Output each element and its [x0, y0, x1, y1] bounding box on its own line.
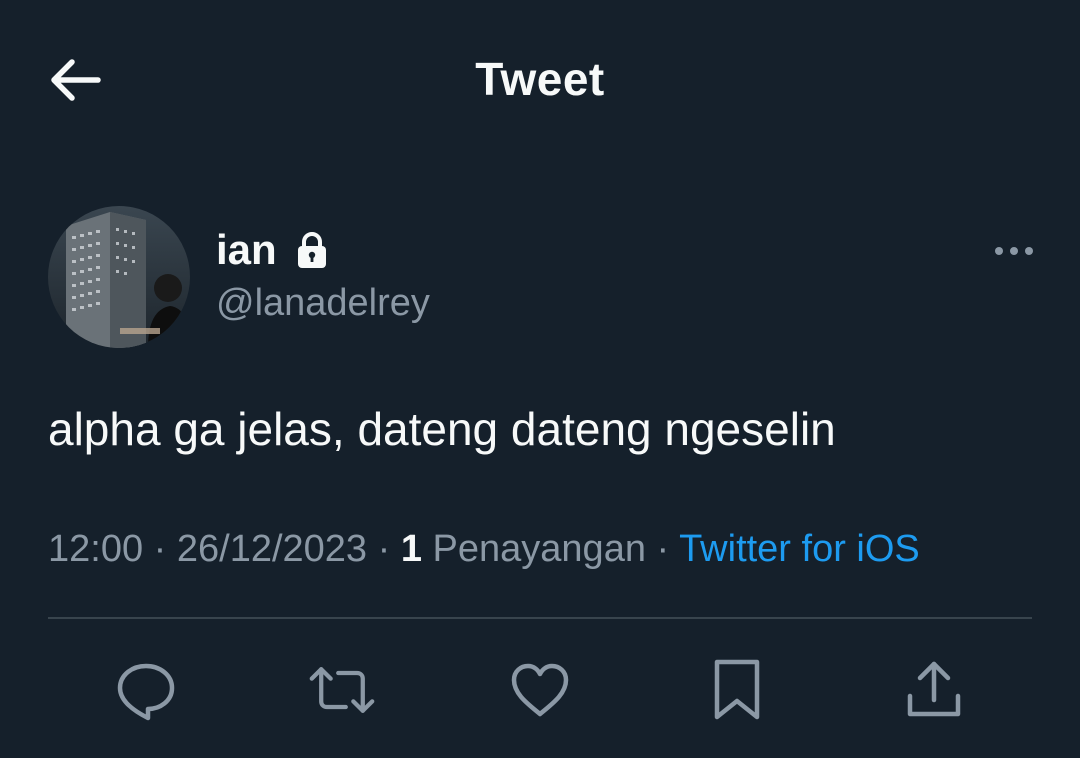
heart-icon	[511, 663, 569, 717]
avatar-image	[48, 206, 190, 348]
author-handle[interactable]: @lanadelrey	[216, 282, 430, 325]
tweet-meta: 12:00 · 26/12/2023 · 1 Penayangan · Twit…	[48, 528, 920, 571]
tweet-detail-screen: Tweet ian @lanadelrey alpha ga jelas, da…	[0, 0, 1080, 758]
share-button[interactable]	[900, 656, 968, 724]
reply-icon	[117, 663, 175, 721]
page-title: Tweet	[475, 53, 605, 105]
views-count[interactable]: 1	[401, 528, 422, 570]
views-label[interactable]: Penayangan	[433, 528, 646, 570]
retweet-icon	[309, 667, 375, 713]
bookmark-button[interactable]	[703, 656, 771, 724]
lock-icon	[297, 232, 326, 268]
reply-button[interactable]	[112, 656, 180, 724]
avatar[interactable]	[48, 206, 190, 348]
tweet-date: 26/12/2023	[176, 528, 368, 570]
more-dots-icon	[995, 247, 1033, 255]
divider	[48, 617, 1032, 619]
more-options-button[interactable]	[990, 236, 1038, 266]
like-button[interactable]	[506, 656, 574, 724]
tweet-text: alpha ga jelas, dateng dateng ngeselin	[48, 403, 836, 455]
tweet-time: 12:00	[48, 528, 144, 570]
author-name-row[interactable]: ian	[216, 226, 329, 274]
share-icon	[907, 661, 961, 717]
display-name: ian	[216, 226, 277, 273]
meta-separator: ·	[377, 528, 391, 570]
meta-separator: ·	[656, 528, 670, 570]
bookmark-icon	[714, 659, 760, 720]
retweet-button[interactable]	[308, 656, 376, 724]
meta-separator: ·	[153, 528, 167, 570]
source-link[interactable]: Twitter for iOS	[679, 528, 920, 570]
